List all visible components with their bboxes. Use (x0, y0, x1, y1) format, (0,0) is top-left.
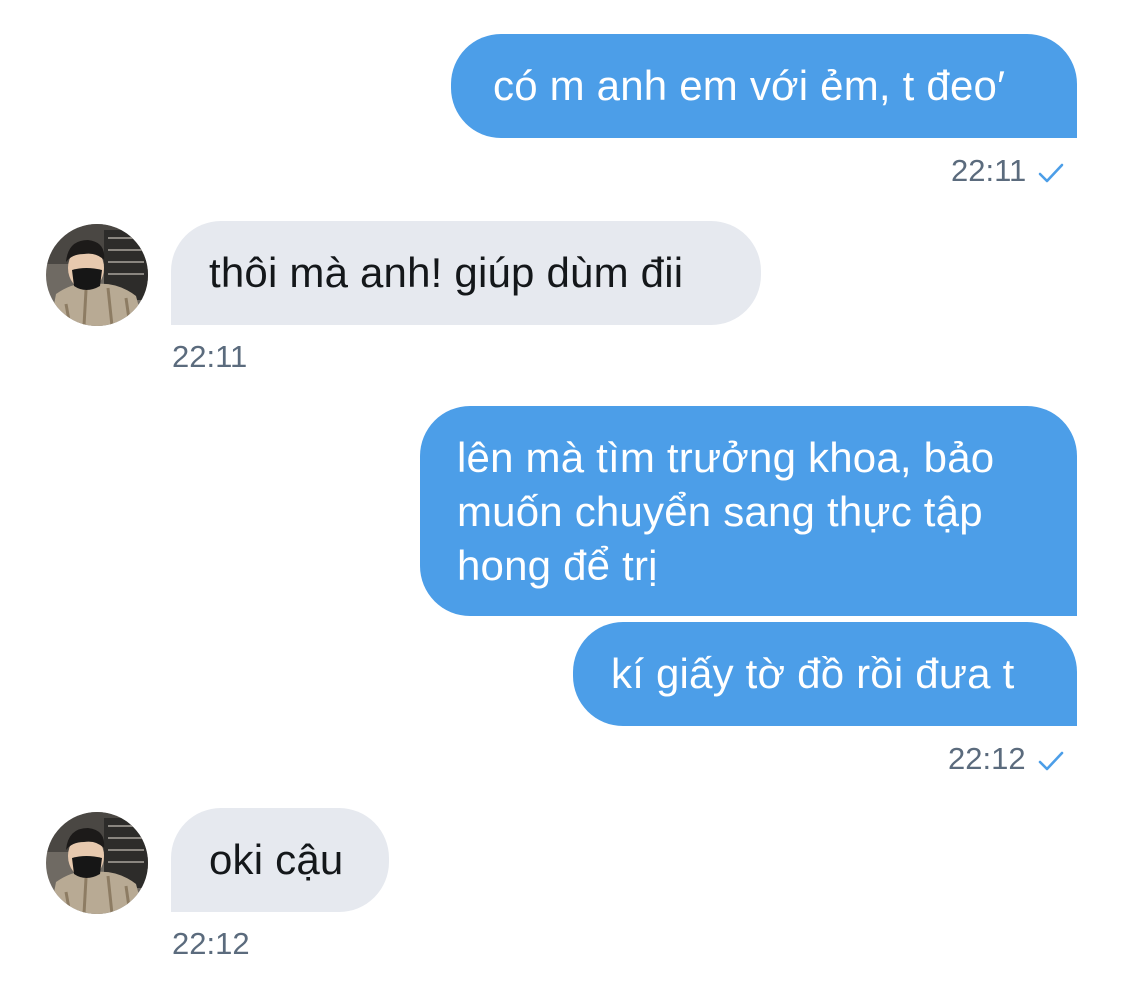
outgoing-message-bubble[interactable]: lên mà tìm trưởng khoa, bảo muốn chuyển … (420, 406, 1077, 616)
avatar-photo (46, 812, 148, 914)
message-text: oki cậu (209, 836, 344, 883)
checkmark-icon (1038, 751, 1063, 771)
message-text: thôi mà anh! giúp dùm đii (209, 249, 684, 296)
chat-thread: có m anh em với ẻm, t đeo′ 22:11 thôi mà… (0, 0, 1125, 996)
avatar-photo (46, 224, 148, 326)
message-timestamp: 22:11 (951, 153, 1064, 189)
user-avatar[interactable] (46, 224, 148, 326)
message-timestamp: 22:12 (948, 741, 1064, 777)
message-timestamp: 22:12 (172, 926, 250, 961)
user-avatar[interactable] (46, 812, 148, 914)
incoming-message-bubble[interactable]: thôi mà anh! giúp dùm đii (171, 221, 761, 325)
message-text: kí giấy tờ đồ rồi đưa t (611, 650, 1015, 697)
outgoing-message-bubble[interactable]: kí giấy tờ đồ rồi đưa t (573, 622, 1077, 726)
outgoing-message-bubble[interactable]: có m anh em với ẻm, t đeo′ (451, 34, 1077, 138)
message-text: có m anh em với ẻm, t đeo′ (493, 62, 1006, 109)
message-timestamp: 22:11 (172, 339, 248, 374)
checkmark-icon (1038, 163, 1064, 183)
message-text: lên mà tìm trưởng khoa, bảo muốn chuyển … (457, 434, 995, 589)
incoming-message-bubble[interactable]: oki cậu (171, 808, 389, 912)
